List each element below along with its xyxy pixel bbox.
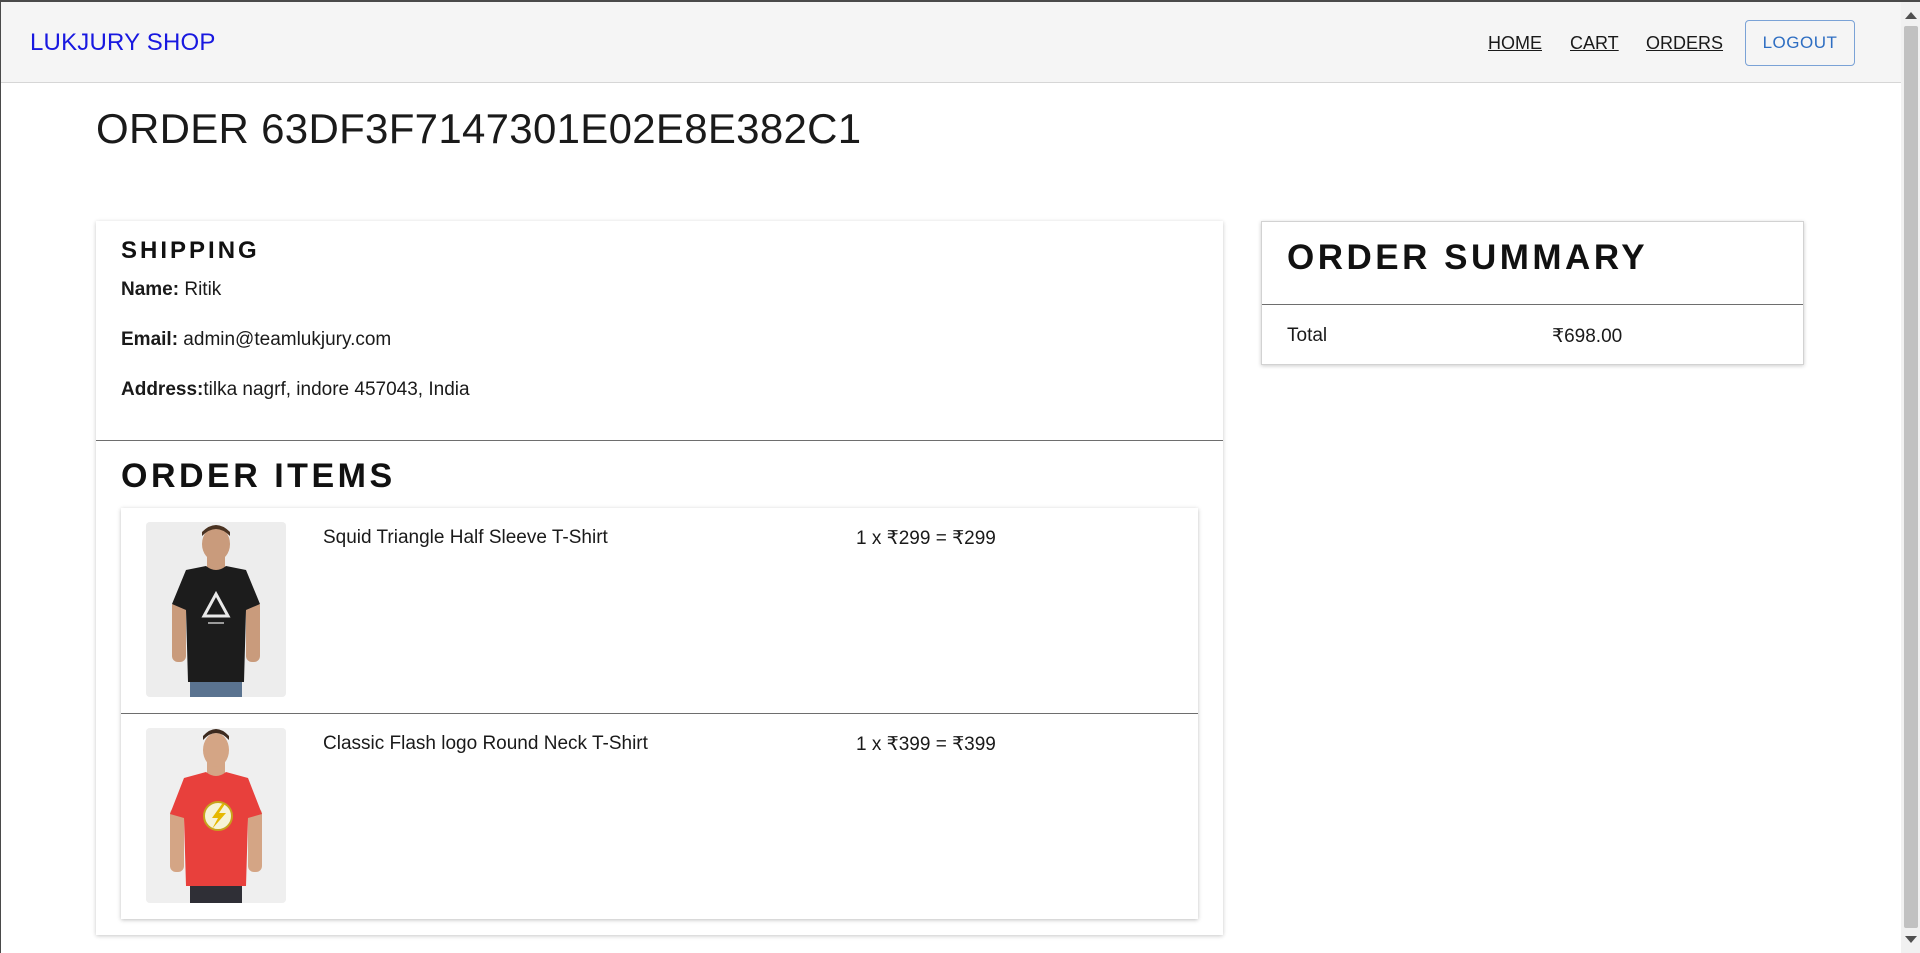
shipping-address-label: Address: — [121, 379, 204, 400]
browser-viewport: LUKJURY SHOP HOME CART ORDERS LOGOUT ORD… — [0, 0, 1920, 953]
section-divider — [96, 440, 1223, 441]
brand-logo-link[interactable]: LUKJURY SHOP — [30, 29, 216, 57]
shipping-name-label: Name: — [121, 279, 180, 300]
shipping-email-value: admin@teamlukjury.com — [178, 329, 392, 350]
shipping-name-value: Ritik — [179, 279, 222, 300]
order-item-row: Classic Flash logo Round Neck T-Shirt 1 … — [121, 714, 1198, 920]
order-item-price: 1 x ₹299 = ₹299 — [856, 528, 996, 549]
order-item-row: Squid Triangle Half Sleeve T-Shirt 1 x ₹… — [121, 508, 1198, 714]
order-details-card: SHIPPING Name: Ritik Email: admin@teamlu… — [96, 221, 1223, 935]
order-items-list: Squid Triangle Half Sleeve T-Shirt 1 x ₹… — [121, 508, 1198, 919]
summary-total-label: Total — [1287, 325, 1328, 346]
page-scrollbar[interactable] — [1901, 2, 1920, 953]
top-navbar: LUKJURY SHOP HOME CART ORDERS LOGOUT — [1, 2, 1901, 83]
shipping-email-label: Email: — [121, 329, 179, 350]
shipping-email: Email: admin@teamlukjury.com — [121, 329, 391, 351]
product-image-red-tee — [146, 728, 286, 903]
shipping-name: Name: Ritik — [121, 279, 221, 301]
nav-home-link[interactable]: HOME — [1488, 33, 1542, 54]
tshirt-photo-triangle[interactable] — [146, 522, 286, 697]
scroll-down-arrow-icon[interactable] — [1905, 936, 1917, 943]
order-summary-card: ORDER SUMMARY Total ₹698.00 — [1261, 221, 1804, 365]
order-item-name[interactable]: Classic Flash logo Round Neck T-Shirt — [323, 733, 648, 755]
nav-orders-link[interactable]: ORDERS — [1646, 33, 1723, 54]
summary-divider — [1262, 304, 1803, 305]
summary-total-value: ₹698.00 — [1552, 326, 1623, 347]
product-image-black-tee — [146, 522, 286, 697]
order-items-heading: ORDER ITEMS — [121, 457, 396, 495]
shipping-address: Address:tilka nagrf, indore 457043, Indi… — [121, 379, 470, 401]
page-title: ORDER 63DF3F7147301E02E8E382C1 — [96, 105, 862, 152]
scrollbar-thumb[interactable] — [1904, 26, 1918, 928]
order-summary-heading: ORDER SUMMARY — [1287, 238, 1649, 277]
logout-button[interactable]: LOGOUT — [1745, 20, 1855, 66]
shipping-heading: SHIPPING — [121, 237, 260, 264]
tshirt-photo-flash[interactable] — [146, 728, 286, 903]
nav-cart-link[interactable]: CART — [1570, 33, 1619, 54]
shipping-address-value: tilka nagrf, indore 457043, India — [203, 379, 470, 400]
order-item-price: 1 x ₹399 = ₹399 — [856, 734, 996, 755]
order-item-name[interactable]: Squid Triangle Half Sleeve T-Shirt — [323, 527, 608, 549]
scroll-up-arrow-icon[interactable] — [1905, 12, 1917, 19]
